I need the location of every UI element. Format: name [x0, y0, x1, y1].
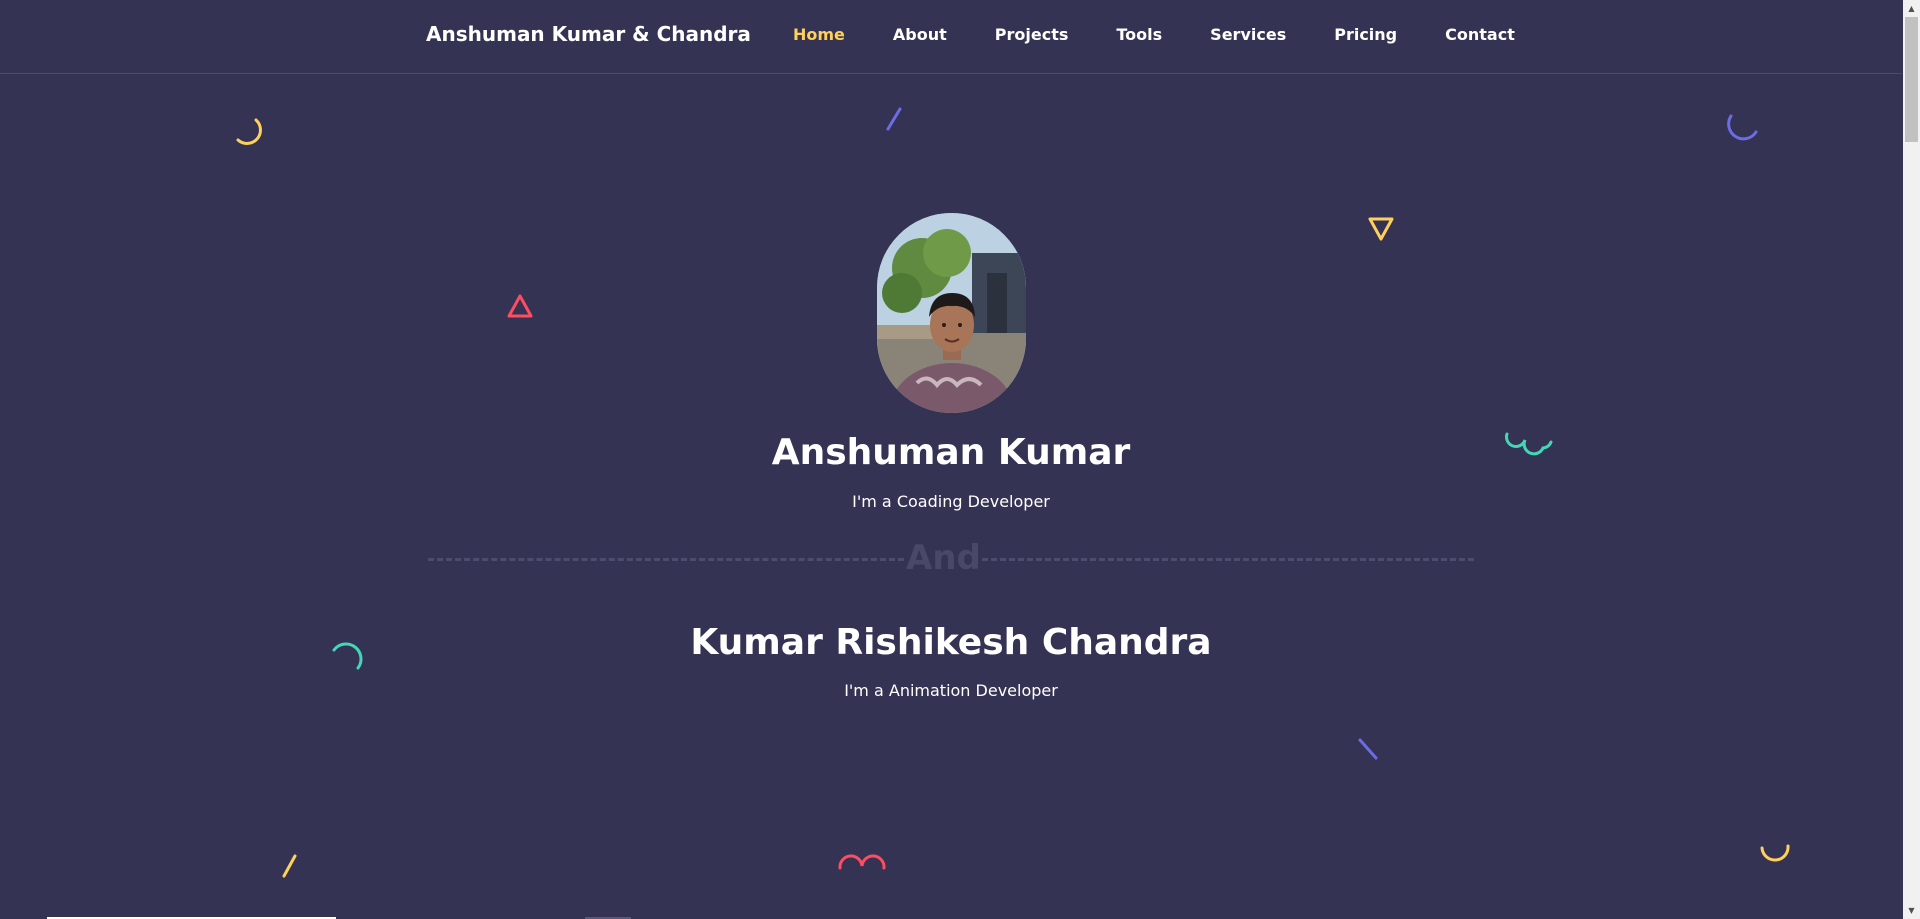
yellow-arc-icon-2 — [1760, 844, 1790, 862]
avatar — [877, 213, 1026, 413]
site-brand[interactable]: Anshuman Kumar & Chandra — [426, 22, 751, 46]
person2-name: Kumar Rishikesh Chandra — [690, 622, 1212, 663]
nav-home[interactable]: Home — [793, 25, 845, 44]
vertical-scrollbar[interactable]: ▲ ▼ — [1903, 0, 1920, 919]
divider-line-left — [428, 558, 904, 561]
and-divider: And — [428, 538, 1474, 578]
nav-tools[interactable]: Tools — [1116, 25, 1162, 44]
scroll-down-icon[interactable]: ▼ — [1903, 902, 1920, 919]
nav-services[interactable]: Services — [1210, 25, 1286, 44]
red-triangle-icon — [507, 294, 533, 318]
page: Anshuman Kumar & Chandra Home About Proj… — [0, 0, 1920, 919]
scrollbar-thumb[interactable] — [1905, 17, 1918, 142]
person1-role: I'm a Coading Developer — [852, 492, 1050, 511]
purple-line-icon-2 — [1358, 738, 1378, 760]
divider-line-right — [982, 558, 1474, 561]
nav-about[interactable]: About — [893, 25, 947, 44]
person2-role: I'm a Animation Developer — [844, 681, 1058, 700]
purple-arc-icon — [1727, 114, 1758, 141]
scroll-up-icon[interactable]: ▲ — [1903, 0, 1920, 17]
purple-line-icon — [886, 107, 902, 131]
nav-contact[interactable]: Contact — [1445, 25, 1515, 44]
nav-projects[interactable]: Projects — [995, 25, 1069, 44]
main-nav: Home About Projects Tools Services Prici… — [793, 25, 1563, 44]
yellow-line-icon — [282, 854, 297, 878]
red-squiggle-icon — [838, 854, 886, 870]
nav-pricing[interactable]: Pricing — [1334, 25, 1397, 44]
divider-text: And — [906, 538, 981, 578]
yellow-arc-icon — [236, 118, 262, 145]
site-header: Anshuman Kumar & Chandra Home About Proj… — [0, 0, 1902, 74]
yellow-triangle-icon — [1368, 217, 1394, 241]
person1-name: Anshuman Kumar — [771, 432, 1131, 473]
profile-photo-icon — [877, 213, 1026, 413]
